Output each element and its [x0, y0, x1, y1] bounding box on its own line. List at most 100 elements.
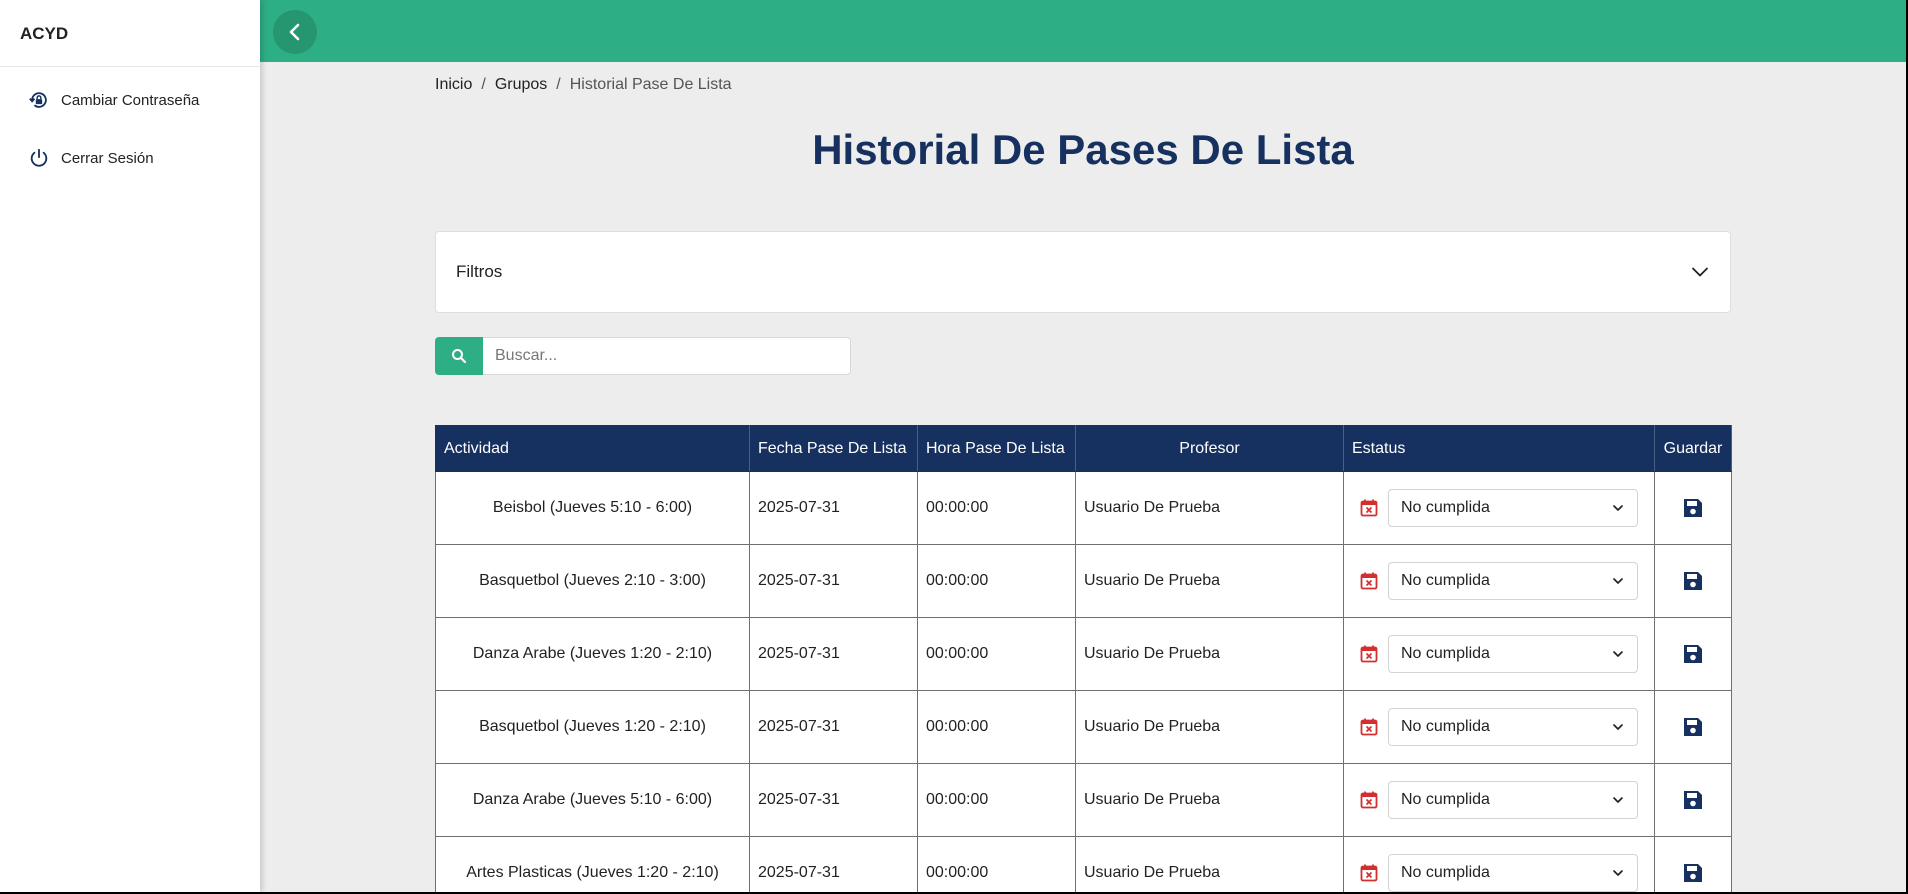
cell-estatus: No cumplida [1343, 836, 1655, 892]
cell-fecha: 2025-07-31 [749, 617, 918, 691]
cell-hora: 00:00:00 [917, 617, 1076, 691]
chevron-down-icon [1611, 793, 1625, 807]
cell-hora: 00:00:00 [917, 544, 1076, 618]
search-input[interactable] [483, 337, 851, 375]
sidebar-item-label: Cerrar Sesión [61, 149, 154, 167]
status-select-value: No cumplida [1401, 572, 1490, 589]
floppy-disk-icon [1681, 788, 1705, 812]
cell-fecha: 2025-07-31 [749, 763, 918, 837]
brand-title: ACYD [0, 0, 260, 67]
chevron-down-icon [1611, 574, 1625, 588]
sidebar-item-label: Cambiar Contraseña [61, 91, 200, 109]
collapse-sidebar-button[interactable] [273, 10, 317, 54]
cell-actividad: Basquetbol (Jueves 1:20 - 2:10) [435, 690, 750, 764]
table-row: Danza Arabe (Jueves 5:10 - 6:00) 2025-07… [435, 763, 1732, 837]
top-bar [260, 0, 1906, 62]
save-button[interactable] [1663, 642, 1723, 666]
cell-hora: 00:00:00 [917, 763, 1076, 837]
power-icon [28, 147, 50, 169]
calendar-x-icon [1358, 497, 1380, 519]
status-select-value: No cumplida [1401, 791, 1490, 808]
floppy-disk-icon [1681, 715, 1705, 739]
cell-profesor: Usuario De Prueba [1075, 836, 1344, 892]
status-select[interactable]: No cumplida [1388, 708, 1638, 746]
table-row: Basquetbol (Jueves 2:10 - 3:00) 2025-07-… [435, 544, 1732, 618]
cell-actividad: Basquetbol (Jueves 2:10 - 3:00) [435, 544, 750, 618]
cell-guardar [1654, 471, 1732, 545]
table-row: Beisbol (Jueves 5:10 - 6:00) 2025-07-31 … [435, 471, 1732, 545]
cell-guardar [1654, 690, 1732, 764]
cell-profesor: Usuario De Prueba [1075, 763, 1344, 837]
save-button[interactable] [1663, 861, 1723, 885]
status-select[interactable]: No cumplida [1388, 562, 1638, 600]
table-row: Danza Arabe (Jueves 1:20 - 2:10) 2025-07… [435, 617, 1732, 691]
table-header-row: Actividad Fecha Pase De Lista Hora Pase … [435, 425, 1732, 472]
status-select[interactable]: No cumplida [1388, 854, 1638, 892]
cell-actividad: Danza Arabe (Jueves 5:10 - 6:00) [435, 763, 750, 837]
chevron-down-icon [1611, 720, 1625, 734]
attendance-table: Actividad Fecha Pase De Lista Hora Pase … [435, 425, 1732, 892]
column-header-profesor: Profesor [1075, 425, 1344, 472]
cell-actividad: Beisbol (Jueves 5:10 - 6:00) [435, 471, 750, 545]
cell-hora: 00:00:00 [917, 690, 1076, 764]
sidebar-item-cerrar-sesion[interactable]: Cerrar Sesión [0, 129, 260, 187]
cell-fecha: 2025-07-31 [749, 544, 918, 618]
column-header-actividad: Actividad [435, 425, 750, 472]
cell-fecha: 2025-07-31 [749, 471, 918, 545]
status-select-value: No cumplida [1401, 645, 1490, 662]
cell-estatus: No cumplida [1343, 544, 1655, 618]
filters-accordion[interactable]: Filtros [435, 231, 1731, 313]
chevron-down-icon [1611, 647, 1625, 661]
cell-estatus: No cumplida [1343, 471, 1655, 545]
chevron-down-icon [1611, 501, 1625, 515]
status-select[interactable]: No cumplida [1388, 489, 1638, 527]
breadcrumb-current: Historial Pase De Lista [569, 76, 732, 93]
breadcrumb-grupos[interactable]: Grupos [495, 76, 547, 94]
column-header-fecha: Fecha Pase De Lista [749, 425, 918, 472]
status-select[interactable]: No cumplida [1388, 781, 1638, 819]
cell-guardar [1654, 544, 1732, 618]
breadcrumb: Inicio / Grupos / Historial Pase De List… [435, 76, 732, 94]
cell-profesor: Usuario De Prueba [1075, 617, 1344, 691]
cell-profesor: Usuario De Prueba [1075, 544, 1344, 618]
status-select[interactable]: No cumplida [1388, 635, 1638, 673]
cell-guardar [1654, 763, 1732, 837]
table-row: Artes Plasticas (Jueves 1:20 - 2:10) 202… [435, 836, 1732, 892]
cell-actividad: Artes Plasticas (Jueves 1:20 - 2:10) [435, 836, 750, 892]
cell-estatus: No cumplida [1343, 617, 1655, 691]
cell-fecha: 2025-07-31 [749, 836, 918, 892]
calendar-x-icon [1358, 643, 1380, 665]
column-header-guardar: Guardar [1654, 425, 1732, 472]
search-bar [435, 337, 851, 375]
page-title: Historial De Pases De Lista [812, 126, 1354, 173]
chevron-left-icon [285, 22, 305, 42]
calendar-x-icon [1358, 716, 1380, 738]
floppy-disk-icon [1681, 569, 1705, 593]
table-row: Basquetbol (Jueves 1:20 - 2:10) 2025-07-… [435, 690, 1732, 764]
floppy-disk-icon [1681, 642, 1705, 666]
breadcrumb-separator: / [481, 76, 486, 93]
save-button[interactable] [1663, 569, 1723, 593]
chevron-down-icon [1611, 866, 1625, 880]
breadcrumb-separator: / [556, 76, 561, 93]
filters-label: Filtros [456, 262, 503, 281]
breadcrumb-inicio[interactable]: Inicio [435, 76, 472, 94]
cell-hora: 00:00:00 [917, 836, 1076, 892]
save-button[interactable] [1663, 715, 1723, 739]
save-button[interactable] [1663, 496, 1723, 520]
status-select-value: No cumplida [1401, 499, 1490, 516]
status-select-value: No cumplida [1401, 864, 1490, 881]
cell-profesor: Usuario De Prueba [1075, 690, 1344, 764]
cell-hora: 00:00:00 [917, 471, 1076, 545]
search-button[interactable] [435, 337, 483, 375]
cell-estatus: No cumplida [1343, 763, 1655, 837]
sidebar: ACYD Cambiar Contraseña Cerrar Sesión [0, 0, 260, 892]
status-select-value: No cumplida [1401, 718, 1490, 735]
cell-guardar [1654, 836, 1732, 892]
sidebar-item-cambiar-contrasena[interactable]: Cambiar Contraseña [0, 71, 260, 129]
lock-reset-icon [28, 89, 50, 111]
calendar-x-icon [1358, 789, 1380, 811]
chevron-down-icon [1690, 262, 1710, 282]
save-button[interactable] [1663, 788, 1723, 812]
column-header-hora: Hora Pase De Lista [917, 425, 1076, 472]
